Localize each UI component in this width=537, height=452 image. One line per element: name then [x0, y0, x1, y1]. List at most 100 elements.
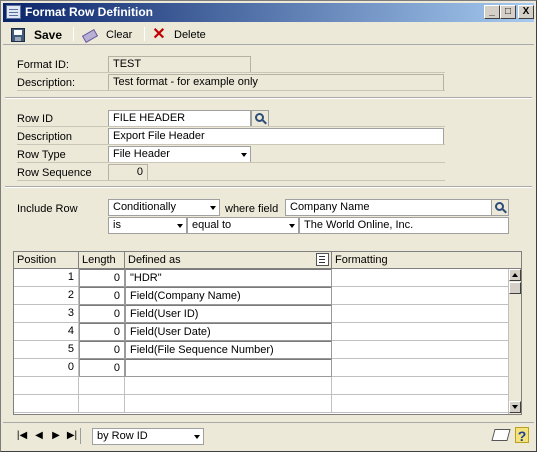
scroll-up-button[interactable] — [509, 269, 521, 281]
close-button[interactable]: X — [518, 5, 534, 19]
column-header-length[interactable]: Length — [79, 252, 125, 269]
row-id-lookup-button[interactable] — [251, 110, 269, 127]
column-header-defined-as-label: Defined as — [128, 254, 181, 266]
is-operator-dropdown[interactable]: is — [108, 217, 187, 234]
sort-order-value: by Row ID — [97, 430, 148, 442]
include-row-label: Include Row — [17, 203, 78, 215]
grid-cell-length[interactable]: 0 — [79, 287, 125, 305]
grid-cell-position[interactable] — [14, 395, 79, 413]
table-row[interactable]: 3 0 Field(User ID) — [14, 305, 509, 323]
chevron-down-icon — [210, 206, 216, 210]
grid-cell-defined-as[interactable]: Field(Company Name) — [125, 287, 332, 305]
include-condition-dropdown[interactable]: Conditionally — [108, 199, 220, 216]
help-icon[interactable]: ? — [515, 427, 529, 444]
previous-record-button[interactable]: ◀ — [32, 430, 46, 442]
scroll-thumb[interactable] — [509, 282, 521, 294]
grid-cell-position[interactable]: 3 — [14, 305, 79, 323]
table-row[interactable]: 00 — [14, 359, 509, 377]
grid-header: Position Length Defined as Formatting — [14, 252, 521, 269]
floppy-disk-icon — [11, 27, 25, 42]
window-app-icon — [6, 5, 21, 19]
row-underline — [17, 162, 445, 163]
row-underline — [17, 72, 445, 73]
grid-cell-formatting[interactable] — [332, 269, 509, 287]
grid-cell-length[interactable]: 0 — [79, 269, 125, 287]
grid-cell-defined-as[interactable]: Field(User ID) — [125, 305, 332, 323]
maximize-button[interactable]: □ — [500, 5, 516, 19]
table-row[interactable]: 4 0 Field(User Date) — [14, 323, 509, 341]
grid-cell-defined-as[interactable] — [125, 395, 332, 413]
last-record-button[interactable]: ▶| — [65, 430, 79, 442]
window-title: Format Row Definition — [25, 5, 153, 19]
grid-cell-length[interactable]: 0 — [79, 359, 125, 377]
grid-cell-position[interactable]: 5 — [14, 341, 79, 359]
where-field-input[interactable]: Company Name — [285, 199, 492, 216]
grid-cell-length[interactable]: 0 — [79, 323, 125, 341]
next-record-button[interactable]: ▶ — [49, 430, 63, 442]
chevron-down-icon — [241, 153, 247, 157]
table-row[interactable]: 2 0 Field(Company Name) — [14, 287, 509, 305]
grid-vertical-scrollbar[interactable] — [508, 269, 521, 414]
grid-cell-length[interactable] — [79, 395, 125, 413]
grid-cell-defined-as[interactable]: "HDR" — [125, 269, 332, 287]
column-header-position[interactable]: Position — [14, 252, 79, 269]
arrow-up-icon — [512, 273, 518, 277]
field-lookup-button[interactable] — [491, 199, 509, 216]
grid-cell-position[interactable]: 0 — [14, 359, 79, 377]
row-description-field[interactable]: Export File Header — [108, 128, 444, 145]
table-row[interactable] — [14, 377, 509, 395]
save-button[interactable]: Save — [11, 26, 62, 43]
column-header-formatting[interactable]: Formatting — [332, 252, 521, 269]
scroll-down-button[interactable] — [509, 401, 521, 413]
grid-cell-formatting[interactable] — [332, 323, 509, 341]
where-field-label: where field — [225, 203, 279, 215]
grid-cell-length[interactable]: 0 — [79, 341, 125, 359]
note-icon[interactable] — [491, 429, 511, 441]
arrow-down-icon — [512, 405, 518, 409]
table-row[interactable]: 5 0 Field(File Sequence Number) — [14, 341, 509, 359]
chevron-down-icon — [177, 224, 183, 228]
grid-cell-position[interactable]: 4 — [14, 323, 79, 341]
grid-cell-length[interactable]: 0 — [79, 305, 125, 323]
grid-cell-formatting[interactable] — [332, 305, 509, 323]
grid-cell-defined-as[interactable]: Field(User Date) — [125, 323, 332, 341]
format-row-definition-window: Format Row Definition _ □ X Save Clear ✕… — [0, 0, 537, 452]
include-condition-value: Conditionally — [113, 201, 176, 213]
grid-cell-length[interactable] — [79, 377, 125, 395]
chevron-down-icon — [289, 224, 295, 228]
grid-cell-defined-as[interactable] — [125, 377, 332, 395]
row-underline — [17, 90, 445, 91]
table-row[interactable] — [14, 395, 509, 413]
compare-value-input[interactable]: The World Online, Inc. — [299, 217, 509, 234]
grid-cell-formatting[interactable] — [332, 287, 509, 305]
table-row[interactable]: 1 0 "HDR" — [14, 269, 509, 287]
grid-cell-formatting[interactable] — [332, 395, 509, 413]
grid-cell-formatting[interactable] — [332, 377, 509, 395]
grid-cell-position[interactable]: 1 — [14, 269, 79, 287]
delete-button[interactable]: ✕ Delete — [152, 26, 206, 43]
section-divider — [5, 186, 532, 188]
row-underline — [17, 126, 445, 127]
first-record-button[interactable]: |◀ — [15, 430, 29, 442]
comparison-dropdown[interactable]: equal to — [187, 217, 299, 234]
grid-cell-formatting[interactable] — [332, 341, 509, 359]
row-description-label: Description — [17, 131, 73, 143]
grid-cell-position[interactable] — [14, 377, 79, 395]
grid-cell-defined-as[interactable]: Field(File Sequence Number) — [125, 341, 332, 359]
row-type-label: Row Type — [17, 149, 66, 161]
clear-button[interactable]: Clear — [81, 26, 132, 43]
expand-list-icon[interactable] — [316, 253, 329, 266]
description-label: Description: — [17, 77, 76, 89]
column-header-defined-as[interactable]: Defined as — [125, 252, 332, 269]
minimize-button[interactable]: _ — [484, 5, 500, 19]
grid-cell-defined-as[interactable] — [125, 359, 332, 377]
format-description-value: Test format - for example only — [108, 74, 444, 91]
row-type-dropdown[interactable]: File Header — [108, 146, 251, 163]
comparison-value: equal to — [192, 219, 232, 231]
sort-order-dropdown[interactable]: by Row ID — [92, 428, 204, 445]
row-id-field[interactable]: FILE HEADER — [108, 110, 251, 127]
grid-cell-formatting[interactable] — [332, 359, 509, 377]
grid-cell-position[interactable]: 2 — [14, 287, 79, 305]
row-sequence-value: 0 — [108, 164, 148, 181]
title-bar: Format Row Definition _ □ X — [3, 3, 534, 22]
